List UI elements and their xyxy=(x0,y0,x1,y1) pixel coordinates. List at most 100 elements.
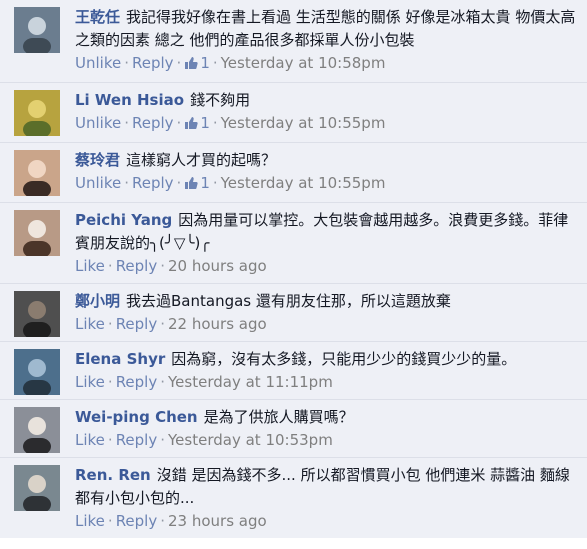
separator-dot: · xyxy=(107,373,113,391)
like-count-link[interactable]: 1 xyxy=(184,54,210,72)
comment-body: Li Wen Hsiao 錢不夠用 xyxy=(75,89,577,112)
reply-button[interactable]: Reply xyxy=(116,373,158,391)
like-button[interactable]: Unlike xyxy=(75,174,121,192)
comment-author-link[interactable]: Elena Shyr xyxy=(75,350,165,368)
comment-author-link[interactable]: 王乾任 xyxy=(75,8,120,26)
reply-button[interactable]: Reply xyxy=(116,431,158,449)
separator-dot: · xyxy=(176,174,182,192)
separator-dot: · xyxy=(124,174,129,192)
separator-dot: · xyxy=(124,54,129,72)
reply-button[interactable]: Reply xyxy=(132,114,174,132)
comment-item: Peichi Yang 因為用量可以掌控。大包裝會越用越多。浪費更多錢。菲律賓朋友… xyxy=(0,202,587,283)
comment-actions: Unlike · Reply · 1 · Yesterday at 10:55pm xyxy=(75,172,577,196)
comment-body: Peichi Yang 因為用量可以掌控。大包裝會越用越多。浪費更多錢。菲律賓朋友… xyxy=(75,209,577,255)
separator-dot: · xyxy=(160,315,166,333)
comment-timestamp[interactable]: Yesterday at 11:11pm xyxy=(168,373,333,391)
reply-button[interactable]: Reply xyxy=(116,257,158,275)
avatar[interactable] xyxy=(14,7,60,53)
avatar[interactable] xyxy=(14,465,60,511)
comment-timestamp[interactable]: Yesterday at 10:55pm xyxy=(221,114,386,132)
avatar-image xyxy=(14,7,60,53)
comment-text: 因為窮，沒有太多錢，只能用少少的錢買少少的量。 xyxy=(171,350,517,368)
comment-author-link[interactable]: Ren. Ren xyxy=(75,466,151,484)
avatar[interactable] xyxy=(14,407,60,453)
comment-author-link[interactable]: 蔡玲君 xyxy=(75,151,120,169)
comment-author-link[interactable]: 鄭小明 xyxy=(75,292,120,310)
separator-dot: · xyxy=(212,174,218,192)
separator-dot: · xyxy=(107,315,113,333)
comment-timestamp[interactable]: 22 hours ago xyxy=(168,315,267,333)
separator-dot: · xyxy=(176,114,182,132)
comment-body: Elena Shyr 因為窮，沒有太多錢，只能用少少的錢買少少的量。 xyxy=(75,348,577,371)
like-button[interactable]: Unlike xyxy=(75,114,121,132)
comment-timestamp[interactable]: 23 hours ago xyxy=(168,512,267,530)
like-count: 1 xyxy=(200,54,210,72)
like-count: 1 xyxy=(200,174,210,192)
comment-actions: Like·Reply··22 hours ago xyxy=(75,313,577,335)
like-count-link[interactable]: 1 xyxy=(184,174,210,192)
separator-dot: · xyxy=(124,114,129,132)
comment-item: 蔡玲君 這樣窮人才買的起嗎？ Unlike · Reply · 1 · Yesterday a… xyxy=(0,142,587,202)
separator-dot: · xyxy=(107,431,113,449)
separator-dot: · xyxy=(160,512,166,530)
comment-author-link[interactable]: Peichi Yang xyxy=(75,211,172,229)
comment-actions: Like·Reply··20 hours ago xyxy=(75,255,577,277)
comment-list: 王乾任 我記得我好像在書上看過 生活型態的關係 好像是冰箱太貴 物價太高 之類的因… xyxy=(0,0,587,538)
like-button[interactable]: Unlike xyxy=(75,54,121,72)
separator-dot: · xyxy=(160,257,166,275)
separator-dot: · xyxy=(176,54,182,72)
comment-item: Li Wen Hsiao 錢不夠用 Unlike · Reply · 1 · Yesterda… xyxy=(0,82,587,142)
comment-text: 我記得我好像在書上看過 生活型態的關係 好像是冰箱太貴 物價太高 之類的因素 總… xyxy=(75,8,576,49)
like-count-link[interactable]: 1 xyxy=(184,114,210,132)
like-count: 1 xyxy=(200,114,210,132)
like-button[interactable]: Like xyxy=(75,431,105,449)
comment-timestamp[interactable]: Yesterday at 10:55pm xyxy=(221,174,386,192)
comment-item: 王乾任 我記得我好像在書上看過 生活型態的關係 好像是冰箱太貴 物價太高 之類的因… xyxy=(0,0,587,82)
avatar[interactable] xyxy=(14,150,60,196)
comment-actions: Like·Reply··23 hours ago xyxy=(75,510,577,532)
comment-item: Elena Shyr 因為窮，沒有太多錢，只能用少少的錢買少少的量。 Like · R… xyxy=(0,341,587,399)
comment-actions: Unlike · Reply · 1 · Yesterday at 10:55pm xyxy=(75,112,577,136)
separator-dot: · xyxy=(107,512,113,530)
comment-item: Wei-ping Chen是為了供旅人購買嗎？ Like·Reply··Yest… xyxy=(0,399,587,457)
comment-actions: Like·Reply··Yesterday at 10:53pm xyxy=(75,429,577,451)
avatar-image xyxy=(14,465,60,511)
avatar[interactable] xyxy=(14,291,60,337)
comment-body: 鄭小明 我去過Bantangas 還有朋友住那，所以這題放棄 xyxy=(75,290,577,313)
comment-author-link[interactable]: Wei-ping Chen xyxy=(75,408,198,426)
reply-button[interactable]: Reply xyxy=(132,54,174,72)
comment-timestamp[interactable]: Yesterday at 10:53pm xyxy=(168,431,333,449)
comment-author-link[interactable]: Li Wen Hsiao xyxy=(75,91,184,109)
avatar-image xyxy=(14,291,60,337)
like-button[interactable]: Like xyxy=(75,512,105,530)
avatar-image xyxy=(14,349,60,395)
comment-text: 錢不夠用 xyxy=(190,91,251,109)
thumbs-up-icon xyxy=(184,54,198,76)
like-button[interactable]: Like xyxy=(75,315,105,333)
comment-body: 蔡玲君 這樣窮人才買的起嗎？ xyxy=(75,149,577,172)
avatar[interactable] xyxy=(14,210,60,256)
comment-text: 這樣窮人才買的起嗎？ xyxy=(126,151,277,169)
avatar-image xyxy=(14,150,60,196)
comment-text: 是為了供旅人購買嗎？ xyxy=(203,408,354,426)
comment-timestamp[interactable]: 20 hours ago xyxy=(168,257,267,275)
separator-dot: · xyxy=(212,54,218,72)
comment-body: Ren. Ren 沒錯 是因為錢不多... 所以都習慣買小包 他們連米 蒜醬油 麵… xyxy=(75,464,577,510)
comment-item: 鄭小明 我去過Bantangas 還有朋友住那，所以這題放棄 Like · Reply… xyxy=(0,283,587,341)
like-button[interactable]: Like xyxy=(75,257,105,275)
comment-timestamp[interactable]: Yesterday at 10:58pm xyxy=(221,54,386,72)
comment-actions: Like·Reply··Yesterday at 11:11pm xyxy=(75,371,577,393)
like-button[interactable]: Like xyxy=(75,373,105,391)
comment-actions: Unlike · Reply · 1 · Yesterday at 10:58pm xyxy=(75,52,577,76)
avatar-image xyxy=(14,407,60,453)
avatar-image xyxy=(14,90,60,136)
avatar[interactable] xyxy=(14,349,60,395)
reply-button[interactable]: Reply xyxy=(116,512,158,530)
reply-button[interactable]: Reply xyxy=(116,315,158,333)
thumbs-up-icon xyxy=(184,174,198,196)
reply-button[interactable]: Reply xyxy=(132,174,174,192)
separator-dot: · xyxy=(160,373,166,391)
avatar[interactable] xyxy=(14,90,60,136)
comment-text: 我去過Bantangas 還有朋友住那，所以這題放棄 xyxy=(126,292,451,310)
thumbs-up-icon xyxy=(184,114,198,136)
